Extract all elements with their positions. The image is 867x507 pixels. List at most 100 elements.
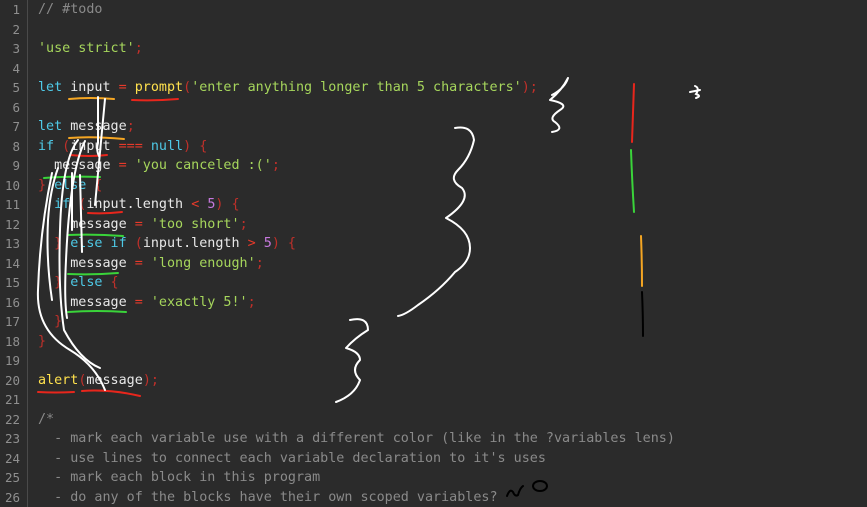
- code-token: else: [70, 275, 103, 290]
- code-token: input: [62, 80, 119, 95]
- code-token: =: [118, 158, 127, 173]
- code-token: if: [54, 197, 71, 212]
- line-code: alert(message);: [38, 371, 159, 391]
- code-token: (: [54, 138, 71, 154]
- line-number: 3: [12, 41, 20, 56]
- line-code: - use lines to connect each variable dec…: [38, 449, 546, 469]
- code-token: ) {: [271, 236, 296, 251]
- line-code: - do any of the blocks have their own sc…: [38, 488, 498, 507]
- line-number: 9: [12, 158, 20, 173]
- line-code: let message;: [38, 117, 135, 137]
- line-number: 1: [12, 2, 20, 17]
- line-code: message = 'exactly 5!';: [38, 293, 255, 313]
- code-token: }: [38, 275, 71, 290]
- code-token: =: [118, 80, 127, 95]
- handwritten-no-answer: [506, 480, 548, 497]
- code-token: else: [54, 177, 87, 193]
- code-token: );: [521, 80, 538, 95]
- code-editor[interactable]: 1// #todo 2 3'use strict'; 4 5 let input = pr…: [0, 0, 867, 507]
- line-number: 15: [4, 275, 20, 290]
- code-token: ===: [118, 138, 143, 154]
- underline-input-declaration: [68, 97, 115, 100]
- code-token: - mark each block in this program: [38, 470, 321, 485]
- brace-large-middle: [397, 126, 475, 317]
- code-token: (: [183, 80, 192, 95]
- code-token: message: [38, 158, 119, 173]
- line-number: 8: [12, 138, 20, 154]
- line-number: 12: [4, 216, 20, 232]
- legend-black-stroke: [641, 291, 644, 337]
- code-token: }: [38, 177, 55, 193]
- code-token: (: [70, 197, 87, 212]
- line-code: 'use strict';: [38, 39, 143, 59]
- code-token: ;: [239, 216, 248, 232]
- code-token: message: [38, 255, 135, 271]
- code-token: input: [70, 138, 119, 154]
- code-token: if: [38, 138, 55, 154]
- line-number: 10: [4, 177, 20, 193]
- line-code: message = 'too short';: [38, 215, 248, 235]
- code-token: input.length: [86, 197, 192, 212]
- code-token: - do any of the blocks have their own sc…: [38, 489, 498, 505]
- code-token: else if: [70, 236, 127, 251]
- line-number: 16: [4, 294, 20, 310]
- line-number: 25: [4, 470, 20, 485]
- code-token: 'exactly 5!': [150, 294, 248, 310]
- line-number: 24: [4, 450, 20, 466]
- code-token: alert: [38, 372, 79, 388]
- legend-green-stroke: [630, 149, 635, 213]
- code-token: null: [150, 138, 184, 154]
- scribble-mark: [689, 85, 701, 99]
- code-token: /*: [38, 411, 55, 427]
- line-number: 7: [12, 119, 20, 134]
- line-number: 14: [4, 255, 20, 271]
- line-code: // #todo: [38, 0, 103, 20]
- underline-message-alert: [81, 389, 141, 397]
- line-code: - mark each variable use with a differen…: [38, 429, 675, 449]
- code-token: =: [134, 216, 143, 232]
- code-token: }: [38, 314, 63, 329]
- code-token: {: [86, 177, 103, 193]
- line-number: 5: [12, 80, 20, 95]
- code-token: ) {: [183, 138, 208, 154]
- code-token: ;: [126, 119, 135, 134]
- code-token: let: [38, 80, 63, 95]
- code-token: }: [38, 333, 47, 349]
- code-token: let: [38, 119, 63, 134]
- line-code: if (input.length < 5) {: [38, 195, 239, 215]
- code-token: message: [86, 372, 143, 388]
- line-number: 4: [12, 60, 20, 76]
- code-token: ;: [134, 41, 143, 56]
- code-token: 5: [263, 236, 272, 251]
- code-token: =: [134, 255, 143, 271]
- line-number: 20: [4, 372, 20, 388]
- code-token: input.length: [142, 236, 248, 251]
- block-brace-marks: [335, 77, 569, 403]
- underline-alert: [37, 391, 75, 394]
- line-number: 26: [4, 489, 20, 505]
- line-code: /*: [38, 410, 54, 430]
- code-token: // #todo: [38, 2, 103, 17]
- code-token: - mark each variable use with a differen…: [38, 431, 675, 446]
- code-token: );: [142, 372, 159, 388]
- brace-small-top: [549, 77, 569, 133]
- brace-small-bottom: [335, 318, 369, 403]
- line-number: 17: [4, 314, 20, 329]
- code-token: ;: [255, 255, 264, 271]
- legend-orange-stroke: [640, 235, 643, 287]
- line-code: message = 'long enough';: [38, 254, 264, 274]
- code-token: (: [126, 236, 143, 251]
- underline-prompt: [131, 98, 179, 102]
- code-token: message: [38, 294, 135, 310]
- line-code: } else {: [38, 176, 103, 196]
- code-token: }: [38, 236, 71, 251]
- line-code: - mark each block in this program: [38, 468, 320, 488]
